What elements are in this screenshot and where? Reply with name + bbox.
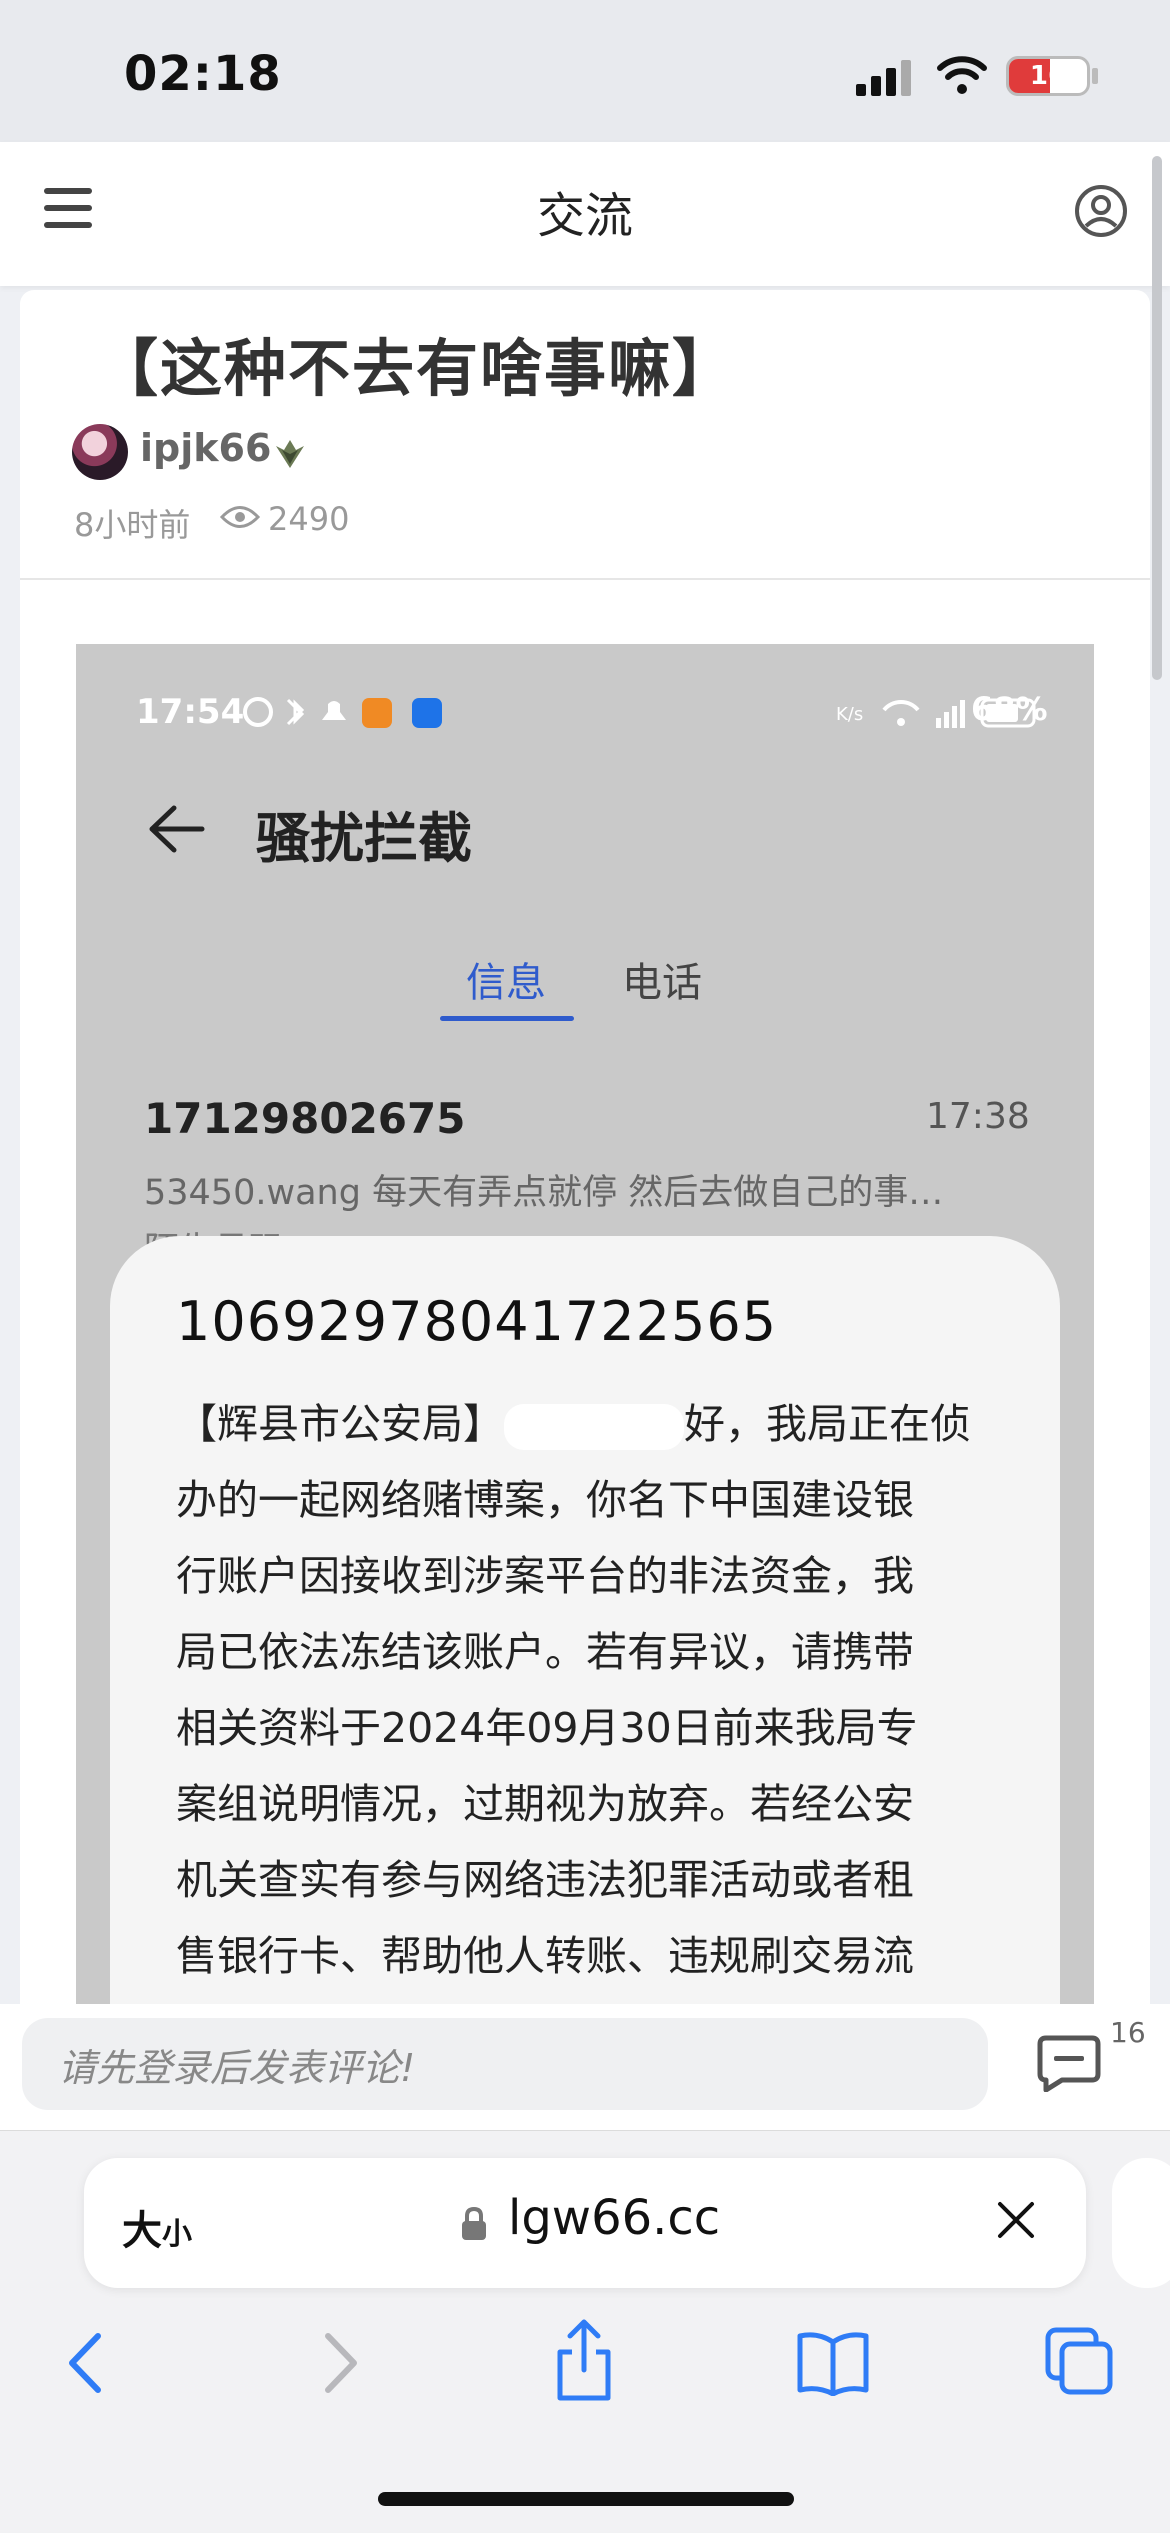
tab-calls: 电话 (622, 960, 702, 1006)
popup-message-body: 【辉县市公安局】 好，我局正在侦 办的一起网络赌博案，你名下中国建设银 行账户因接… (176, 1400, 971, 1980)
tab-indicator (440, 1016, 574, 1021)
next-tab-preview[interactable] (1112, 2158, 1170, 2288)
comment-input[interactable]: 请先登录后发表评论! (22, 2018, 988, 2110)
tab-messages: 信息 (466, 960, 546, 1006)
battery-level: 16 (1029, 61, 1067, 91)
view-count: 2490 (268, 500, 350, 538)
wifi-icon (937, 56, 987, 94)
popup-sender-number: 10692978041722565 (176, 1290, 778, 1353)
bookmarks-icon[interactable] (796, 2330, 870, 2396)
status-time: 02:18 (124, 46, 282, 102)
post-image[interactable]: 17:54 K/s 68% 骚扰拦截 信息 电话 17129802675 17:… (76, 644, 1094, 2004)
back-icon[interactable] (62, 2330, 108, 2396)
menu-icon[interactable] (44, 186, 92, 230)
message-sender: 17129802675 (144, 1094, 466, 1143)
forward-icon[interactable] (318, 2330, 364, 2396)
post-title: 【这种不去有啥事嘛】 (96, 332, 737, 405)
page-scrollbar[interactable] (1152, 156, 1162, 680)
eye-icon (220, 506, 260, 528)
url-domain[interactable]: lgw66.cc (508, 2190, 720, 2246)
avatar[interactable] (72, 424, 128, 480)
message-popup: 10692978041722565 【辉县市公安局】 好，我局正在侦 办的一起网络… (110, 1236, 1060, 2004)
svg-text:K/s: K/s (836, 704, 863, 725)
home-indicator[interactable] (378, 2492, 794, 2506)
close-icon[interactable] (994, 2198, 1038, 2242)
post-time-ago: 8小时前 (74, 506, 191, 544)
lock-icon (462, 2206, 486, 2240)
screenshot-time: 17:54 (136, 692, 245, 732)
message-preview: 53450.wang 每天有弄点就停 然后去做自己的事… (144, 1173, 944, 1213)
notification-icons (243, 697, 442, 728)
comment-icon[interactable] (1036, 2034, 1102, 2092)
comment-count: 16 (1110, 2016, 1146, 2049)
redaction (504, 1404, 684, 1450)
battery-icon: 16 (1006, 56, 1090, 96)
back-arrow-icon (149, 805, 205, 853)
author-name[interactable]: ipjk66 (140, 426, 271, 470)
user-rank-badge-icon (276, 440, 304, 468)
screenshot-heading: 骚扰拦截 (256, 807, 472, 870)
divider (20, 578, 1150, 580)
share-icon[interactable] (552, 2318, 616, 2404)
tabs-icon[interactable] (1044, 2326, 1114, 2396)
message-time: 17:38 (926, 1096, 1030, 1137)
user-profile-icon[interactable] (1074, 184, 1128, 238)
page-title: 交流 (536, 188, 633, 244)
text-size-button[interactable]: 大小 (122, 2198, 192, 2256)
cellular-signal-icon (856, 60, 911, 96)
screenshot-battery: 68% (971, 690, 1048, 728)
